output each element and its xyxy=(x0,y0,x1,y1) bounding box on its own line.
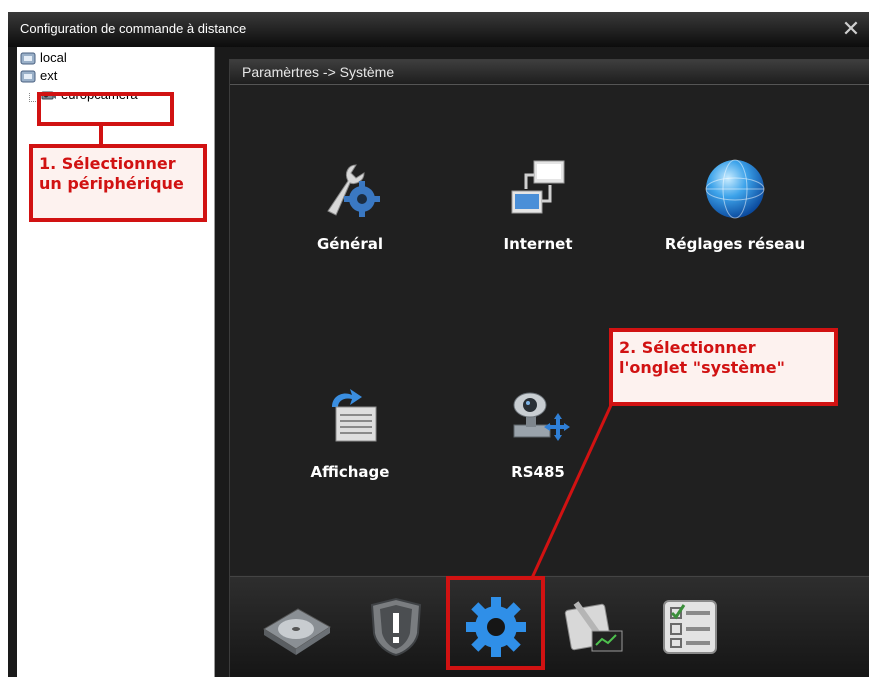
wrench-gear-icon xyxy=(318,157,382,221)
toolbar-info-button[interactable] xyxy=(654,593,726,659)
breadcrumb-text: Paramèrtres -> Système xyxy=(242,64,395,80)
network-node-icon xyxy=(20,52,36,65)
item-network-settings[interactable]: Réglages réseau xyxy=(645,157,825,253)
item-rs485[interactable]: RS485 xyxy=(463,385,613,481)
globe-icon xyxy=(703,157,767,221)
tree-item-ext[interactable]: ext xyxy=(20,68,57,84)
item-label: RS485 xyxy=(511,463,565,481)
annotation-step1: 1. Sélectionner un périphérique xyxy=(29,144,207,222)
network-computers-icon xyxy=(506,157,570,221)
tree-item-label: ext xyxy=(40,68,58,83)
item-label: Affichage xyxy=(310,463,390,481)
item-label: Général xyxy=(317,235,383,253)
item-display[interactable]: Affichage xyxy=(275,385,425,481)
tools-icon xyxy=(564,601,623,652)
item-label: Réglages réseau xyxy=(664,235,806,253)
title-bar: Configuration de commande à distance ✕ xyxy=(8,12,869,47)
toolbar-alarm-button[interactable] xyxy=(360,593,432,659)
toolbar-tools-button[interactable] xyxy=(556,593,628,659)
item-internet[interactable]: Internet xyxy=(463,157,613,253)
category-toolbar xyxy=(230,576,869,677)
breadcrumb: Paramèrtres -> Système xyxy=(230,60,869,85)
close-icon[interactable]: ✕ xyxy=(841,18,861,40)
device-tree: local ext europcamera xyxy=(17,47,215,677)
tree-item-label: local xyxy=(40,50,67,65)
item-general[interactable]: Général xyxy=(275,157,425,253)
highlight-device xyxy=(37,92,174,126)
annotation-step2: 2. Sélectionner l'onglet "système" xyxy=(609,328,838,406)
shield-alert-icon xyxy=(370,597,422,657)
checklist-icon xyxy=(663,600,717,654)
toolbar-storage-button[interactable] xyxy=(260,593,332,659)
item-label: Internet xyxy=(503,235,573,253)
ptz-camera-icon xyxy=(506,385,570,449)
display-settings-icon xyxy=(318,385,382,449)
hard-disk-icon xyxy=(263,608,331,655)
network-node-icon xyxy=(20,70,36,83)
window-title: Configuration de commande à distance xyxy=(20,21,247,36)
tree-item-local[interactable]: local xyxy=(20,50,67,66)
highlight-system-tab xyxy=(446,576,545,670)
